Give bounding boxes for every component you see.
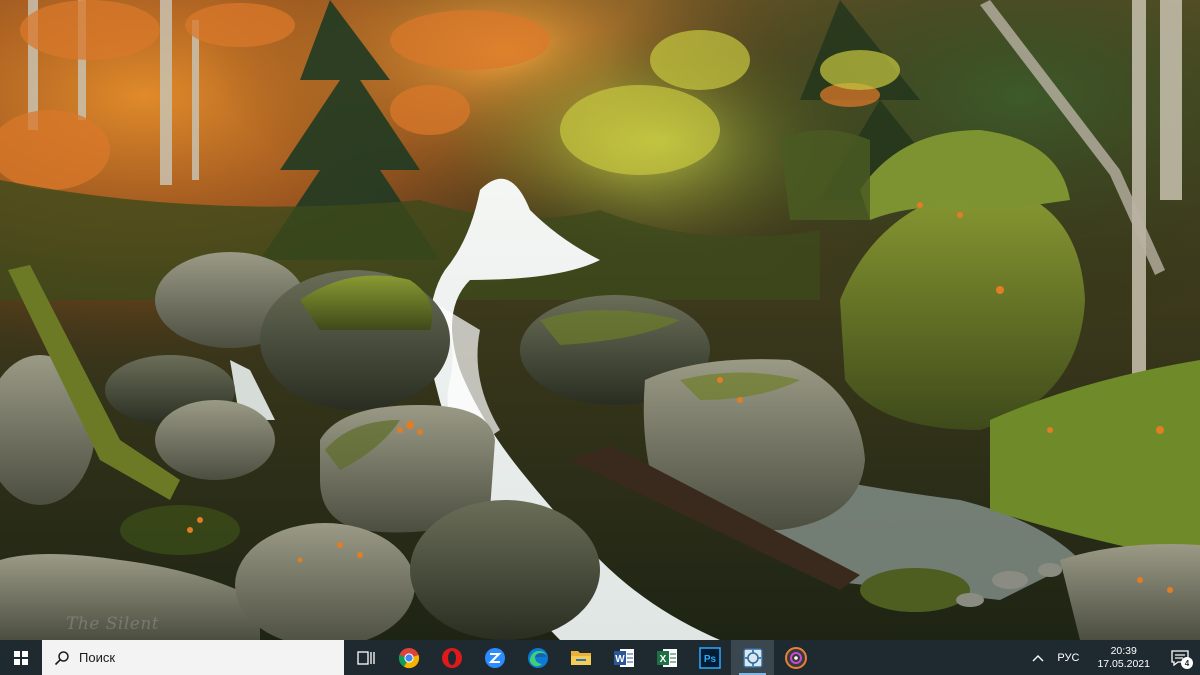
wallpaper-watermark: The Silent xyxy=(66,614,160,634)
start-button[interactable] xyxy=(0,640,42,675)
chevron-up-icon xyxy=(1032,654,1044,661)
edge-button[interactable] xyxy=(516,640,559,675)
media-player-button[interactable] xyxy=(774,640,817,675)
snipping-tool-button[interactable] xyxy=(731,640,774,675)
media-player-icon xyxy=(784,646,807,669)
file-explorer-button[interactable] xyxy=(559,640,602,675)
photoshop-button[interactable]: Ps xyxy=(688,640,731,675)
file-explorer-icon xyxy=(570,650,591,665)
task-view-button[interactable] xyxy=(344,640,387,675)
task-view-icon xyxy=(356,650,375,665)
opera-icon xyxy=(441,647,462,668)
show-hidden-icons-button[interactable] xyxy=(1027,654,1049,662)
zoom-icon xyxy=(484,647,505,668)
chrome-icon xyxy=(398,647,419,668)
snipping-tool-icon xyxy=(742,647,763,668)
search-icon xyxy=(54,650,69,665)
opera-button[interactable] xyxy=(430,640,473,675)
clock[interactable]: 20:39 17.05.2021 xyxy=(1087,645,1160,671)
zoom-button[interactable] xyxy=(473,640,516,675)
word-button[interactable]: W xyxy=(602,640,645,675)
svg-text:Ps: Ps xyxy=(703,654,716,665)
photoshop-icon: Ps xyxy=(698,646,721,669)
word-icon: W xyxy=(613,648,634,667)
desktop-wallpaper: The Silent xyxy=(0,0,1200,640)
taskbar: Поиск W X Ps РУС 20:39 17.05.2021 4 xyxy=(0,640,1200,675)
chrome-button[interactable] xyxy=(387,640,430,675)
clock-time: 20:39 xyxy=(1110,644,1137,657)
edge-icon xyxy=(527,647,548,668)
excel-button[interactable]: X xyxy=(645,640,688,675)
search-placeholder: Поиск xyxy=(79,650,116,665)
svg-text:X: X xyxy=(659,654,666,665)
excel-icon: X xyxy=(656,648,677,667)
wallpaper-forest-stream xyxy=(0,0,1200,640)
language-indicator[interactable]: РУС xyxy=(1049,652,1087,664)
svg-text:W: W xyxy=(615,654,625,665)
notification-count-badge: 4 xyxy=(1181,657,1193,669)
search-input[interactable]: Поиск xyxy=(42,640,344,675)
system-tray: РУС 20:39 17.05.2021 4 xyxy=(1027,640,1200,675)
clock-date: 17.05.2021 xyxy=(1097,657,1150,670)
action-center-button[interactable]: 4 xyxy=(1160,640,1200,675)
windows-logo-icon xyxy=(14,650,28,665)
